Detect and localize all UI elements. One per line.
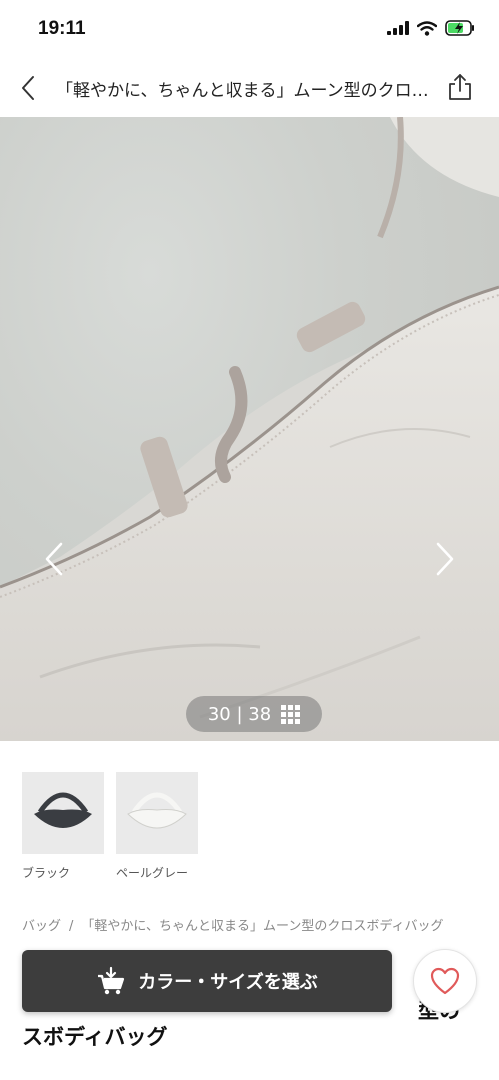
- favorite-button[interactable]: [413, 949, 477, 1013]
- signal-icon: [387, 21, 409, 35]
- battery-charging-icon: [445, 20, 474, 36]
- chevron-right-icon: [436, 542, 454, 576]
- previous-image-button[interactable]: [36, 537, 72, 581]
- cart-icon: [98, 966, 125, 995]
- product-image[interactable]: [0, 117, 499, 741]
- status-bar: 19:11: [0, 0, 499, 60]
- color-swatch-pale-gray[interactable]: ペールグレー: [116, 772, 198, 881]
- nav-title: 「軽やかに、ちゃんと収まる」ムーン型のクロスボディバッグ: [56, 81, 434, 101]
- next-image-button[interactable]: [427, 537, 463, 581]
- status-icons: [387, 20, 475, 36]
- breadcrumb-separator: /: [69, 919, 74, 934]
- chevron-left-icon: [45, 542, 63, 576]
- image-counter-text: 30 | 38: [207, 703, 272, 725]
- bag-thumbnail: [127, 792, 187, 829]
- breadcrumb: バッグ / 「軽やかに、ちゃんと収まる」ムーン型のクロスボディバッグ: [22, 917, 482, 951]
- swatch-label: ペールグレー: [116, 866, 189, 880]
- product-title-line2: スボディバッグ: [22, 1025, 168, 1049]
- share-button[interactable]: [443, 70, 477, 104]
- back-button[interactable]: [12, 72, 44, 104]
- share-icon: [449, 74, 471, 100]
- grid-icon: [281, 704, 301, 724]
- product-photo: [0, 117, 499, 741]
- color-swatches: ブラック ペールグレー: [22, 772, 198, 881]
- select-color-size-button[interactable]: カラー・サイズを選ぶ: [22, 950, 392, 1012]
- wifi-icon: [417, 20, 437, 36]
- breadcrumb-current: 「軽やかに、ちゃんと収まる」ムーン型のクロスボディバッグ: [81, 919, 444, 934]
- swatch-image-pale-gray: [116, 772, 198, 854]
- image-counter[interactable]: 30 | 38: [186, 696, 322, 732]
- color-swatch-black[interactable]: ブラック: [22, 772, 104, 881]
- back-icon: [22, 76, 34, 100]
- nav-bar: 「軽やかに、ちゃんと収まる」ムーン型のクロスボディバッグ: [0, 60, 499, 116]
- status-time: 19:11: [38, 18, 86, 39]
- swatch-label: ブラック: [22, 866, 71, 880]
- bag-thumbnail: [34, 792, 92, 828]
- select-color-size-label: カラー・サイズを選ぶ: [138, 972, 318, 993]
- swatch-image-black: [22, 772, 104, 854]
- heart-icon: [430, 967, 460, 995]
- breadcrumb-category[interactable]: バッグ: [22, 919, 61, 934]
